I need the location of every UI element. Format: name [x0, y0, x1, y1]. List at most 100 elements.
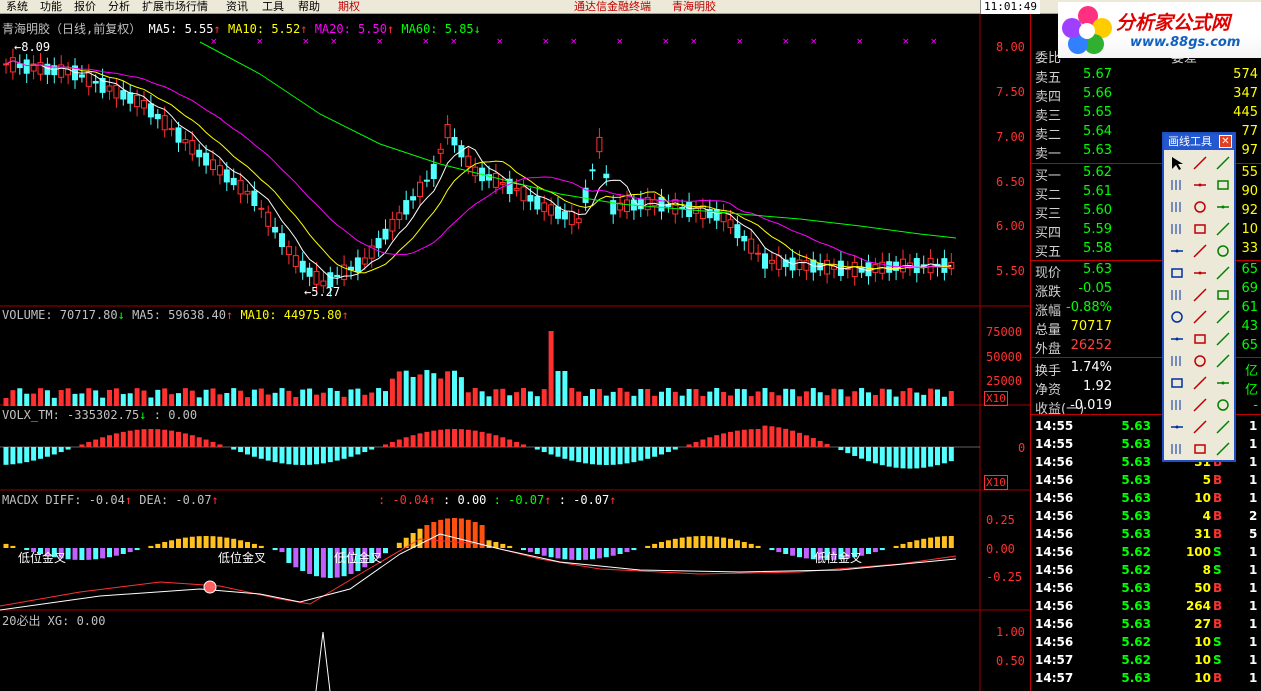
volume-bar	[93, 390, 99, 406]
hide-icon[interactable]	[1212, 439, 1234, 459]
drawing-tools-title[interactable]: 画线工具 ✕	[1164, 134, 1234, 150]
down-arrow-icon[interactable]	[1212, 373, 1234, 393]
tick-row: 14:56 5.63 50 B 1	[1031, 580, 1261, 598]
brush-icon[interactable]	[1212, 417, 1234, 437]
menu-tools[interactable]: 工具	[262, 0, 284, 14]
rectangle-icon[interactable]	[1166, 373, 1188, 393]
macd-bar	[672, 538, 678, 548]
eraser-icon[interactable]	[1189, 417, 1211, 437]
volume-unit-badge[interactable]: X10	[984, 391, 1008, 406]
menu-analysis[interactable]: 分析	[108, 0, 130, 14]
fan-up-icon[interactable]	[1166, 351, 1188, 371]
row-label: 买二	[1035, 188, 1062, 203]
text-tag-icon[interactable]	[1212, 395, 1234, 415]
flag-icon[interactable]	[1166, 395, 1188, 415]
box-icon[interactable]	[1166, 439, 1188, 459]
volx-bar	[769, 426, 775, 447]
horizontal-segment-icon[interactable]	[1166, 197, 1188, 217]
volume-bar	[665, 388, 671, 406]
volume-bar	[217, 394, 223, 406]
speed-line-icon[interactable]	[1212, 219, 1234, 239]
price-tick: 7.00	[996, 130, 1025, 144]
volx-bar	[141, 429, 147, 447]
triangle-lines-icon[interactable]	[1212, 329, 1234, 349]
macd-bar	[879, 548, 885, 551]
cycle-icon[interactable]	[1189, 263, 1211, 283]
menu-function[interactable]: 功能	[40, 0, 62, 14]
mark-red-icon[interactable]	[1166, 417, 1188, 437]
level-lines-icon[interactable]	[1212, 263, 1234, 283]
fib-fan-icon[interactable]	[1166, 219, 1188, 239]
text-icon[interactable]	[1189, 395, 1211, 415]
volume-header: VOLUME: 70717.80↓ MA5: 59638.40↑ MA10: 4…	[2, 308, 349, 322]
horizontal-ray-icon[interactable]	[1212, 175, 1234, 195]
percent-lines-icon[interactable]	[1166, 285, 1188, 305]
macd-bar	[900, 543, 906, 548]
volume-bar	[921, 394, 927, 406]
ma5-line	[5, 60, 952, 279]
volx-bar	[320, 447, 326, 464]
cursor-icon[interactable]	[1166, 153, 1188, 173]
ga-label-icon[interactable]	[1212, 241, 1234, 261]
volume-bar	[817, 392, 823, 406]
parallel-icon[interactable]	[1189, 197, 1211, 217]
menu-system[interactable]: 系统	[6, 0, 28, 14]
menu-news[interactable]: 资讯	[226, 0, 248, 14]
ask-row[interactable]: 卖三 5.65 445	[1031, 104, 1261, 124]
time-lines-icon[interactable]	[1189, 329, 1211, 349]
volx-bar	[120, 431, 126, 447]
menu-options[interactable]: 期权	[338, 0, 360, 14]
circle-icon[interactable]	[1166, 263, 1188, 283]
volume-bar	[810, 388, 816, 406]
volx-bar	[148, 429, 154, 447]
menu-help[interactable]: 帮助	[298, 0, 320, 14]
tick-volume: 8	[1202, 563, 1211, 577]
ruler-icon[interactable]	[1189, 439, 1211, 459]
gold-lines-icon[interactable]	[1189, 285, 1211, 305]
volume-bar	[541, 389, 547, 406]
price-tick: 5.50	[996, 264, 1025, 278]
gann-line-icon[interactable]	[1189, 219, 1211, 239]
segment-icon[interactable]	[1189, 175, 1211, 195]
up-arrow-icon[interactable]	[1189, 373, 1211, 393]
gp-label-icon[interactable]	[1189, 241, 1211, 261]
volx-header: VOLX_TM: -335302.75↓ : 0.00	[2, 408, 198, 422]
tick-row: 14:56 5.62 100 S 1	[1031, 544, 1261, 562]
price-line-icon[interactable]	[1212, 197, 1234, 217]
chart-area[interactable]: × × × × × × × × × × × × × × × × × × × 青海明胶（日线,前复权） MA5: 5.…	[0, 14, 1030, 691]
spiral-icon[interactable]	[1166, 241, 1188, 261]
volx-bar	[51, 447, 57, 455]
candle-body	[603, 173, 610, 179]
xg-signal-line	[315, 631, 331, 691]
volume-bar	[169, 394, 175, 406]
ask-row[interactable]: 卖五 5.67 574	[1031, 66, 1261, 86]
row-value: 5.64	[1083, 124, 1112, 139]
volx-bar	[403, 437, 409, 447]
kline-chart[interactable]: × × × × × × × × × × × × × × × × × × ×	[0, 14, 1030, 691]
fan-mid-icon[interactable]	[1189, 351, 1211, 371]
menu-quote[interactable]: 报价	[74, 0, 96, 14]
ray-icon[interactable]	[1212, 153, 1234, 173]
menu-extended-market[interactable]: 扩展市场行情	[142, 0, 208, 14]
macd-header: MACDX DIFF: -0.04↑ DEA: -0.07↑	[2, 493, 219, 507]
ask-row[interactable]: 卖四 5.66 347	[1031, 85, 1261, 105]
tick-price: 5.62	[1121, 635, 1151, 649]
close-icon[interactable]: ✕	[1219, 135, 1232, 148]
channel-lines-icon[interactable]	[1212, 307, 1234, 327]
row-label: 现价	[1035, 266, 1062, 281]
volx-unit-badge[interactable]: X10	[984, 475, 1008, 490]
range-lines-icon[interactable]	[1212, 285, 1234, 305]
vertical-lines-icon[interactable]	[1166, 329, 1188, 349]
tick-count: 1	[1249, 545, 1258, 559]
macd-bar	[721, 537, 727, 548]
row-volume: 33	[1241, 241, 1258, 256]
arrow-line-icon[interactable]	[1166, 175, 1188, 195]
step-lines-icon[interactable]	[1189, 307, 1211, 327]
triangle-icon[interactable]	[1212, 351, 1234, 371]
rect-lines-icon[interactable]	[1166, 307, 1188, 327]
xg-tick: 0.50	[996, 654, 1025, 668]
volx-bar	[900, 447, 906, 469]
line-icon[interactable]	[1189, 153, 1211, 173]
drawing-tools-panel[interactable]: 画线工具 ✕	[1162, 132, 1236, 462]
volume-bar	[369, 392, 375, 406]
